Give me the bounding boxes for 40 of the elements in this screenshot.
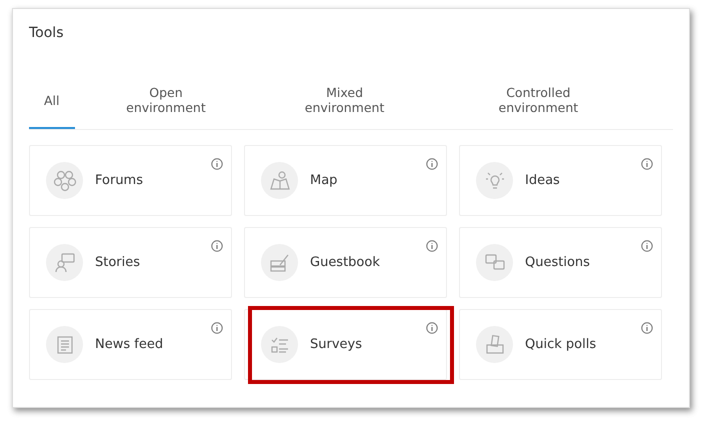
tool-card[interactable]: Map — [244, 145, 447, 216]
info-icon[interactable] — [641, 240, 653, 252]
tool-icon — [46, 162, 83, 199]
info-icon[interactable] — [426, 240, 438, 252]
tool-label: Questions — [525, 255, 590, 270]
info-icon[interactable] — [426, 158, 438, 170]
tool-icon — [261, 326, 298, 363]
tool-label: Forums — [95, 173, 143, 188]
filter-tab[interactable]: Controlled environment — [466, 85, 611, 129]
tool-card[interactable]: Quick polls — [459, 309, 662, 380]
info-icon[interactable] — [211, 322, 223, 334]
tool-label: Surveys — [310, 337, 362, 352]
tool-label: Quick polls — [525, 337, 596, 352]
filter-tab[interactable]: Mixed environment — [285, 85, 404, 129]
filter-tab[interactable]: Open environment — [108, 85, 224, 129]
tool-card[interactable]: News feed — [29, 309, 232, 380]
tool-card[interactable]: Guestbook — [244, 227, 447, 298]
info-icon[interactable] — [211, 158, 223, 170]
tool-icon — [46, 244, 83, 281]
tool-label: Guestbook — [310, 255, 380, 270]
tool-label: News feed — [95, 337, 164, 352]
tool-label: Ideas — [525, 173, 560, 188]
tool-card[interactable]: Ideas — [459, 145, 662, 216]
tool-icon — [476, 162, 513, 199]
tool-icon — [261, 244, 298, 281]
info-icon[interactable] — [641, 322, 653, 334]
info-icon[interactable] — [641, 158, 653, 170]
tool-icon — [476, 244, 513, 281]
tool-card[interactable]: Forums — [29, 145, 232, 216]
tool-card[interactable]: Questions — [459, 227, 662, 298]
tool-label: Map — [310, 173, 338, 188]
tool-label: Stories — [95, 255, 140, 270]
info-icon[interactable] — [211, 240, 223, 252]
tool-icon — [261, 162, 298, 199]
tool-card[interactable]: Stories — [29, 227, 232, 298]
filter-tab[interactable]: All — [29, 85, 74, 129]
tool-icon — [476, 326, 513, 363]
panel-title: Tools — [29, 25, 64, 41]
info-icon[interactable] — [426, 322, 438, 334]
tool-icon — [46, 326, 83, 363]
